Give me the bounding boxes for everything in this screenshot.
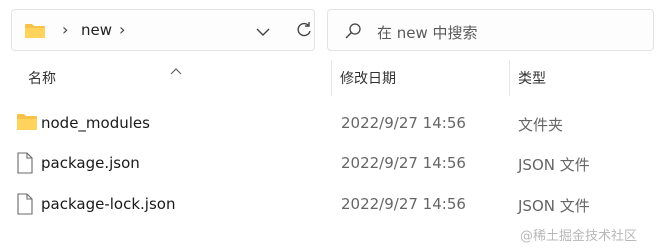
breadcrumb-separator[interactable]: › bbox=[62, 20, 68, 39]
file-explorer: › new › 在 new 中搜索 名称 修改日期 类型 node_module… bbox=[0, 0, 659, 249]
sort-ascending-icon bbox=[170, 60, 182, 79]
file-type: JSON 文件 bbox=[518, 197, 590, 215]
file-row-package-lock-json[interactable]: package-lock.json 2022/9/27 14:56 JSON 文… bbox=[0, 184, 659, 224]
address-bar[interactable]: › new › bbox=[11, 9, 315, 51]
breadcrumb-separator[interactable]: › bbox=[119, 20, 125, 39]
chevron-down-icon[interactable] bbox=[255, 23, 271, 42]
file-name: package.json bbox=[41, 154, 140, 172]
file-modified: 2022/9/27 14:56 bbox=[341, 154, 466, 172]
breadcrumb-new[interactable]: new bbox=[81, 21, 112, 39]
file-modified: 2022/9/27 14:56 bbox=[341, 114, 466, 132]
column-divider[interactable] bbox=[331, 60, 332, 96]
file-type: 文件夹 bbox=[518, 116, 564, 134]
search-placeholder: 在 new 中搜索 bbox=[377, 24, 478, 42]
column-header-type[interactable]: 类型 bbox=[518, 68, 546, 88]
file-row-package-json[interactable]: package.json 2022/9/27 14:56 JSON 文件 bbox=[0, 143, 659, 183]
refresh-icon[interactable] bbox=[295, 21, 313, 43]
file-row-node-modules[interactable]: node_modules 2022/9/27 14:56 文件夹 bbox=[0, 103, 659, 143]
search-icon bbox=[344, 22, 362, 44]
folder-icon bbox=[16, 113, 38, 135]
column-divider[interactable] bbox=[509, 60, 510, 96]
folder-icon bbox=[24, 23, 46, 43]
search-box[interactable]: 在 new 中搜索 bbox=[327, 9, 654, 51]
file-modified: 2022/9/27 14:56 bbox=[341, 195, 466, 213]
column-header-modified[interactable]: 修改日期 bbox=[340, 68, 396, 88]
watermark: @稀土掘金技术社区 bbox=[520, 229, 638, 244]
file-name: node_modules bbox=[41, 114, 150, 132]
file-name: package-lock.json bbox=[41, 195, 176, 213]
column-header-name[interactable]: 名称 bbox=[28, 68, 56, 88]
file-type: JSON 文件 bbox=[518, 156, 590, 174]
file-icon bbox=[16, 193, 34, 219]
file-icon bbox=[16, 152, 34, 178]
